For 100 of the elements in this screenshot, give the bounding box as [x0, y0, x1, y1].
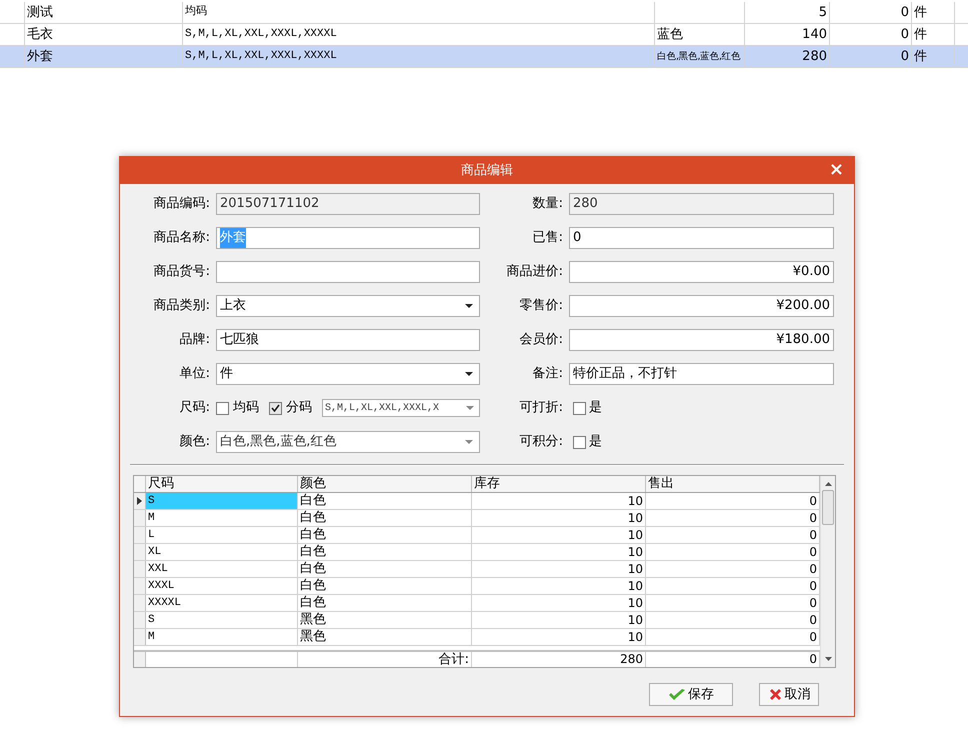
- field-label: 商品名称:: [154, 229, 210, 248]
- size-dropdown[interactable]: S,M,L,XL,XXL,XXXL,X: [322, 399, 480, 417]
- grid-cell: XXXL: [146, 578, 298, 594]
- checkbox[interactable]: [573, 402, 586, 414]
- dropdown[interactable]: 件: [216, 363, 480, 385]
- grid-cell: 10: [472, 561, 646, 577]
- grid-cell: S: [146, 493, 298, 509]
- table-cell-text: 280: [802, 48, 827, 66]
- grid-cell: 白色: [298, 493, 472, 509]
- current-row-icon: [137, 497, 142, 505]
- table-cell-text: 0: [900, 48, 909, 66]
- field-label: 商品类别:: [154, 297, 210, 316]
- text-field[interactable]: 特价正品，不打针: [569, 363, 834, 385]
- total-label: 合计:: [298, 652, 472, 667]
- table-cell-text: 毛衣: [27, 26, 53, 44]
- grid-cell: 白色: [298, 595, 472, 611]
- checkbox-label: 均码: [233, 399, 259, 418]
- scrollbar[interactable]: [820, 476, 835, 667]
- grid-cell: 10: [472, 629, 646, 645]
- grid-cell: 黑色: [298, 612, 472, 628]
- column-header[interactable]: 颜色: [298, 476, 472, 492]
- field-label: 可积分:: [520, 433, 563, 452]
- grid-cell: 白色: [298, 561, 472, 577]
- grid-cell: 10: [472, 510, 646, 526]
- text-field[interactable]: 0: [569, 227, 834, 249]
- dropdown-caret-icon[interactable]: [465, 372, 473, 376]
- scrollbar-thumb[interactable]: [822, 490, 834, 525]
- table-cell-text: 140: [802, 26, 827, 44]
- grid-cell: 白色: [298, 578, 472, 594]
- table-cell-text: 测试: [27, 4, 53, 22]
- check-icon: [668, 688, 686, 702]
- grid-cell: M: [146, 629, 298, 645]
- grid-cell: 白色: [298, 527, 472, 543]
- table-cell-text: 外套: [27, 48, 53, 66]
- grid-cell: 黑色: [298, 629, 472, 645]
- field-label: 品牌:: [180, 331, 210, 350]
- field-label: 已售:: [532, 229, 563, 248]
- check-icon: [271, 404, 280, 412]
- price-field[interactable]: ¥0.00: [569, 261, 834, 283]
- field-label: 会员价:: [520, 331, 563, 350]
- field-label: 可打折:: [520, 399, 563, 418]
- grid-cell: XXXXL: [146, 595, 298, 611]
- column-header[interactable]: 库存: [472, 476, 646, 492]
- checkbox-label: 分码: [286, 399, 312, 418]
- checkbox[interactable]: [269, 402, 282, 414]
- checkbox[interactable]: [216, 402, 229, 414]
- field-label: 颜色:: [180, 433, 210, 452]
- grid-cell: M: [146, 510, 298, 526]
- text-field[interactable]: 七匹狼: [216, 329, 480, 351]
- grid-cell: 10: [472, 544, 646, 560]
- field-label: 商品进价:: [506, 263, 563, 282]
- price-field[interactable]: ¥200.00: [569, 295, 834, 317]
- row-header[interactable]: [134, 493, 146, 509]
- table-cell: 白色,黑色,蓝色,红色: [657, 52, 741, 62]
- field-label: 零售价:: [520, 297, 563, 316]
- scroll-up-icon[interactable]: [824, 482, 832, 486]
- table-cell-text: 均码: [185, 4, 207, 20]
- field-label: 备注:: [532, 365, 563, 384]
- grid-cell: 10: [472, 612, 646, 628]
- close-button[interactable]: ×: [828, 160, 844, 180]
- color-dropdown[interactable]: 白色,黑色,蓝色,红色: [216, 431, 480, 453]
- scroll-down-icon[interactable]: [824, 657, 832, 661]
- field-label: 数量:: [532, 195, 563, 214]
- field-label: 商品编码:: [154, 195, 210, 214]
- table-cell-text: 件: [914, 4, 927, 22]
- checkbox-label: 是: [589, 399, 602, 418]
- grid-cell: XL: [146, 544, 298, 560]
- cancel-button[interactable]: 取消: [759, 683, 819, 706]
- grid-cell: 10: [472, 578, 646, 594]
- save-button[interactable]: 保存: [649, 683, 733, 706]
- table-cell-text: 0: [900, 4, 909, 22]
- checkbox[interactable]: [573, 436, 586, 448]
- field-label: 尺码:: [180, 399, 210, 418]
- grid-cell: 10: [472, 595, 646, 611]
- dropdown[interactable]: 上衣: [216, 295, 480, 317]
- table-cell-text: 件: [914, 26, 927, 44]
- grid-cell: 白色: [298, 544, 472, 560]
- table-cell-text: 0: [900, 26, 909, 44]
- grid-cell: 白色: [298, 510, 472, 526]
- grid-cell: L: [146, 527, 298, 543]
- table-row[interactable]: 测试 均码 5 0 件: [0, 2, 968, 24]
- column-header[interactable]: 尺码: [146, 476, 298, 492]
- price-field[interactable]: ¥180.00: [569, 329, 834, 351]
- table-cell-text: S,M,L,XL,XXL,XXXL,XXXXL: [185, 49, 337, 64]
- cross-icon: [768, 687, 782, 702]
- field-label: 单位:: [180, 365, 210, 384]
- field-label: 商品货号:: [154, 263, 210, 282]
- text-field[interactable]: [216, 261, 480, 283]
- grid-cell: 10: [472, 493, 646, 509]
- checkbox-label: 是: [589, 433, 602, 452]
- table-cell-text: 5: [818, 4, 827, 22]
- grid-cell: XXL: [146, 561, 298, 577]
- table-row[interactable]: 毛衣 S,M,L,XL,XXL,XXXL,XXXXL 蓝色 140 0 件: [0, 24, 968, 46]
- table-row[interactable]: 外套 S,M,L,XL,XXL,XXXL,XXXXL 白色,黑色,蓝色,红色 280 0 件: [0, 46, 968, 68]
- table-cell-text: 蓝色: [657, 26, 683, 44]
- grid-cell: 10: [472, 527, 646, 543]
- dropdown-caret-icon[interactable]: [465, 304, 473, 308]
- table-cell-text: 件: [914, 48, 927, 66]
- dialog-title: 商品编辑: [461, 162, 513, 180]
- table-cell-text: S,M,L,XL,XXL,XXXL,XXXXL: [185, 27, 337, 42]
